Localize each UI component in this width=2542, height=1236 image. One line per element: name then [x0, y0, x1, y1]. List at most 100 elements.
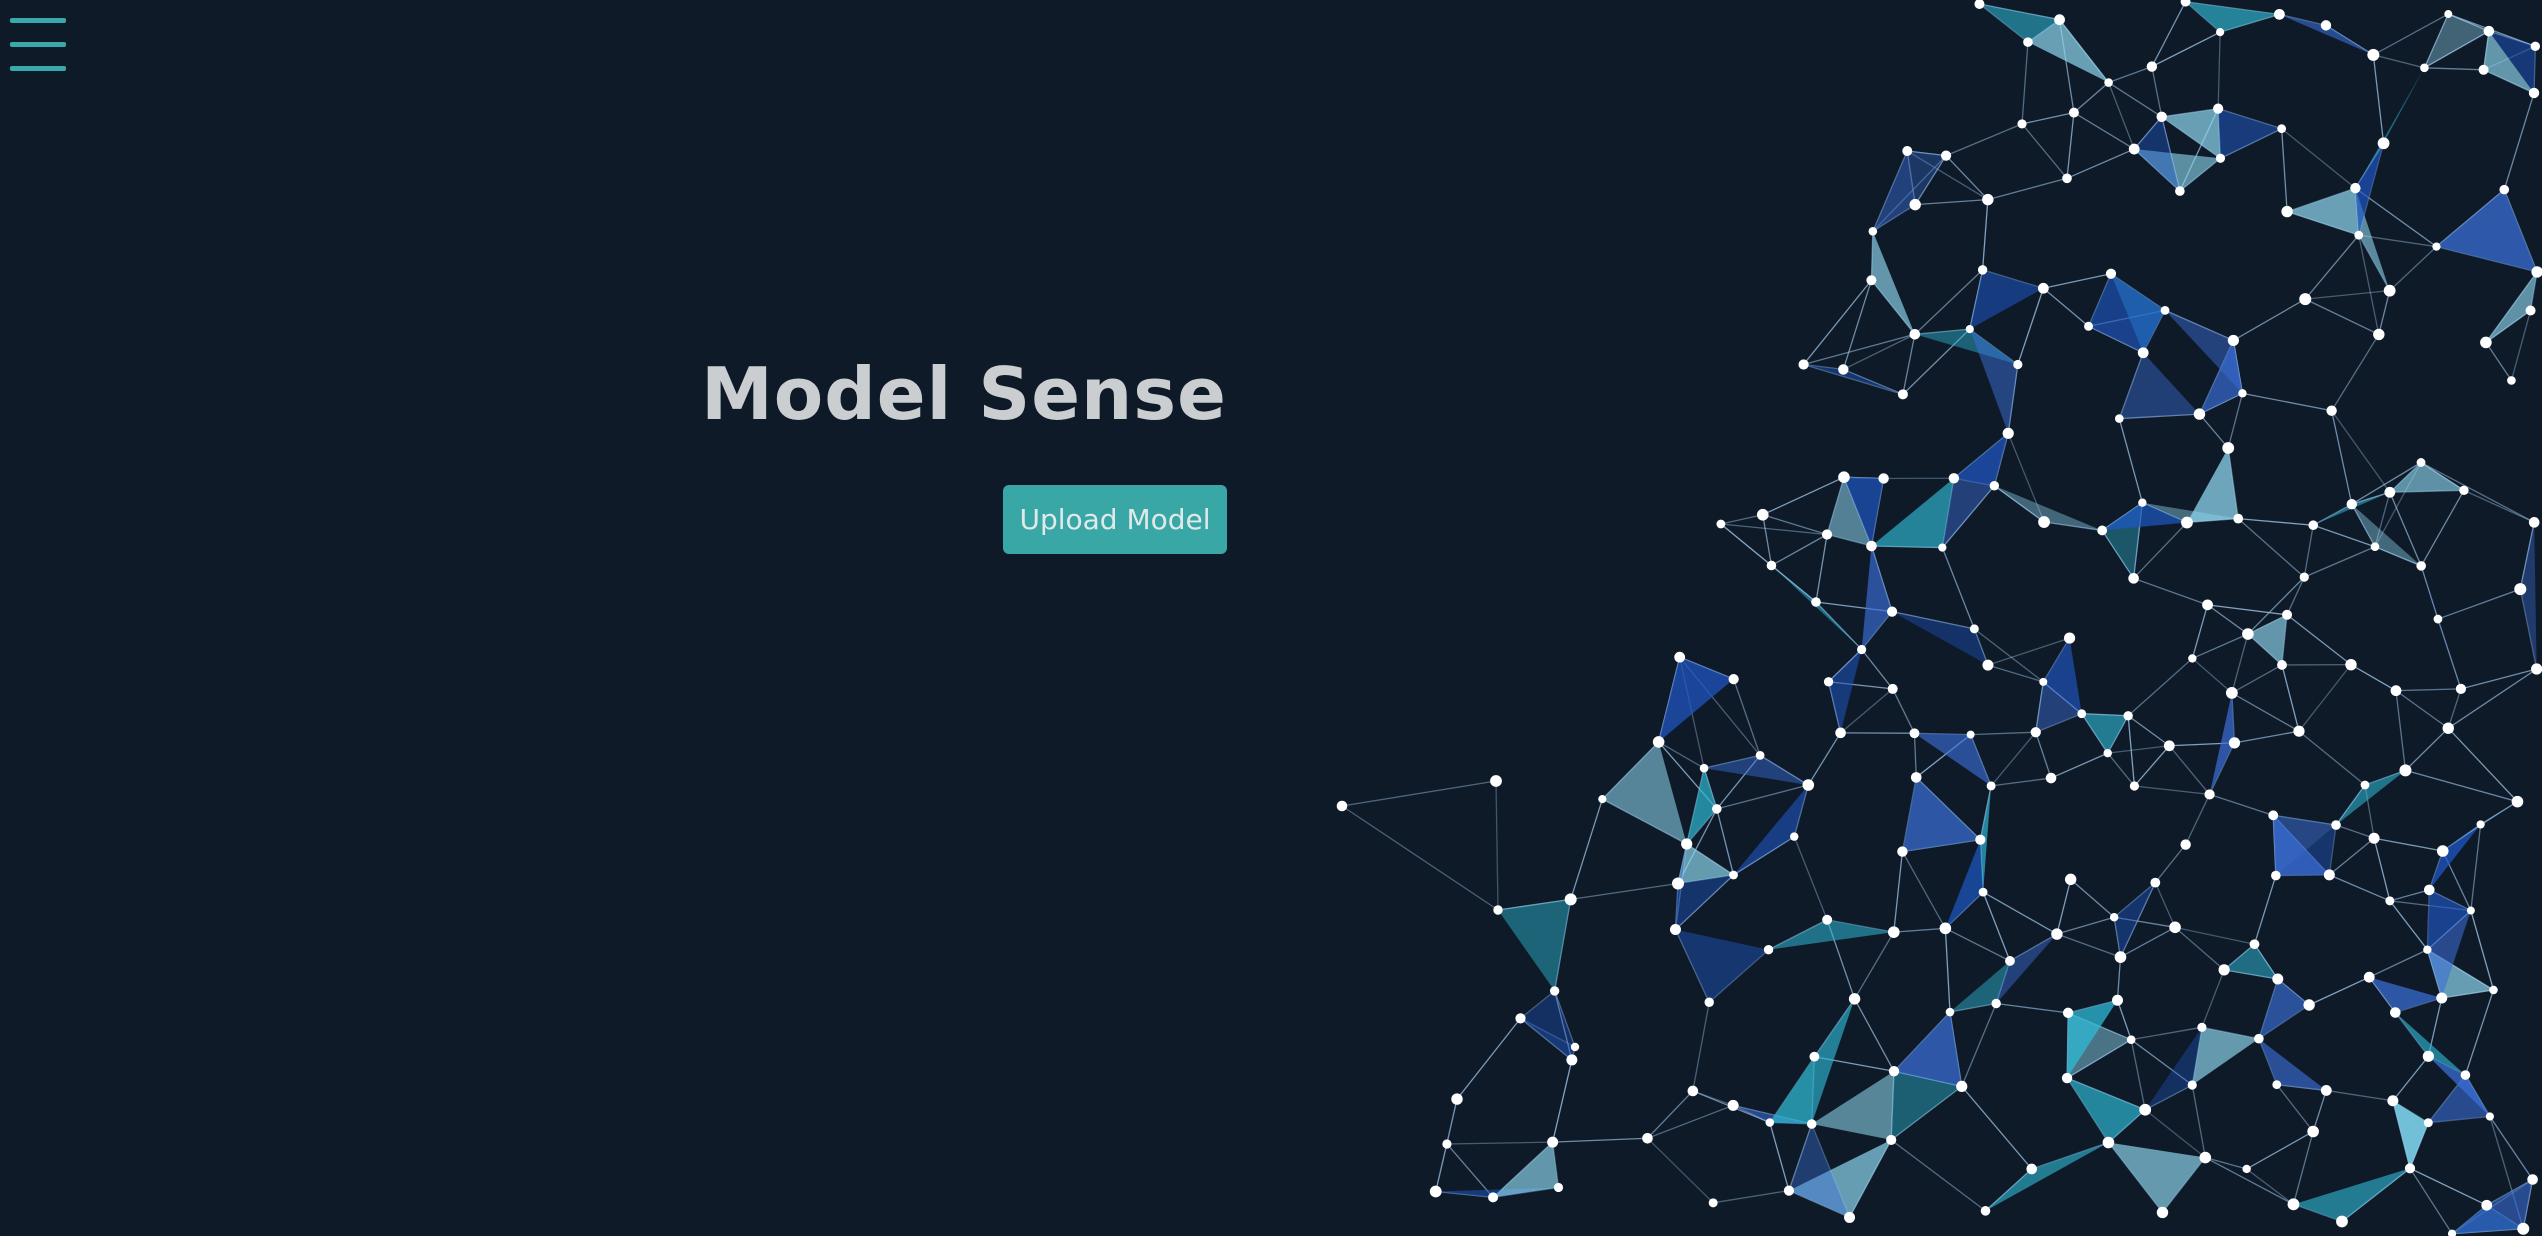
network-edge — [2304, 234, 2360, 300]
network-node — [2384, 486, 2396, 498]
network-node — [2373, 328, 2385, 341]
network-node — [2517, 1222, 2530, 1235]
network-node — [1977, 265, 1988, 275]
network-node — [2169, 921, 2181, 934]
network-edge — [2133, 522, 2188, 579]
network-node — [1547, 1136, 1559, 1148]
network-node — [2277, 660, 2287, 670]
network-facet — [1704, 755, 1809, 786]
network-node — [1886, 1134, 1897, 1146]
network-edge — [2368, 949, 2428, 978]
network-facet — [1872, 150, 1916, 232]
network-node — [2416, 458, 2426, 467]
network-node — [2063, 632, 2076, 644]
network-node — [2077, 709, 2087, 719]
network-edge — [2460, 668, 2537, 690]
network-node — [1822, 914, 1833, 925]
network-edge — [2021, 111, 2075, 125]
network-edge — [1495, 780, 1499, 911]
network-facet — [2081, 713, 2129, 754]
network-facet — [2258, 1038, 2327, 1091]
network-node — [2480, 336, 2492, 349]
network-node — [2320, 1085, 2332, 1096]
network-edge — [2204, 1156, 2294, 1205]
network-node — [2530, 41, 2541, 51]
network-node — [1969, 624, 1979, 634]
network-edge — [2198, 413, 2229, 449]
network-edge — [2331, 334, 2380, 412]
network-facet — [2287, 188, 2359, 236]
network-node — [1821, 529, 1833, 540]
network-node — [1681, 838, 1693, 850]
network-node — [2160, 305, 2170, 315]
network-node — [2026, 1163, 2038, 1175]
network-edge — [2133, 577, 2208, 606]
upload-model-button[interactable]: Upload Model — [1003, 485, 1227, 554]
network-edge — [2389, 246, 2437, 292]
network-edge — [1945, 123, 2023, 157]
network-node — [1974, 0, 1985, 10]
network-edge — [1854, 998, 1895, 1072]
network-node — [2416, 561, 2426, 571]
network-node — [2187, 1080, 2197, 1090]
network-node — [1669, 924, 1681, 936]
network-node — [2225, 687, 2238, 699]
network-edge — [2107, 752, 2135, 787]
network-node — [2163, 740, 2175, 752]
menu-bar — [10, 66, 66, 71]
network-edge — [2373, 837, 2443, 852]
network-edge — [2389, 900, 2428, 951]
network-node — [2293, 725, 2305, 737]
network-node — [2527, 1174, 2538, 1185]
network-node — [1909, 728, 1920, 739]
network-node — [2277, 124, 2287, 134]
network-edge — [1762, 514, 1773, 566]
network-node — [2511, 795, 2524, 808]
network-node — [2054, 14, 2065, 26]
page-title: Model Sense — [701, 352, 1227, 436]
network-edge — [2395, 690, 2449, 729]
network-node — [2002, 427, 2014, 439]
network-edge — [2151, 31, 2221, 68]
network-edge — [1552, 1137, 1648, 1143]
network-edge — [2304, 546, 2376, 578]
network-facet — [1768, 919, 1894, 950]
network-facet — [2186, 447, 2239, 523]
network-edge — [2192, 633, 2249, 660]
network-facet — [1771, 565, 1862, 650]
network-node — [2242, 1164, 2251, 1174]
network-facet — [2258, 979, 2310, 1039]
network-node — [1948, 473, 1960, 484]
network-edge — [2021, 42, 2029, 124]
network-edge — [2116, 1000, 2132, 1040]
network-node — [1704, 997, 1714, 1007]
network-edge — [2234, 730, 2300, 744]
network-node — [1493, 905, 1503, 915]
network-edge — [2292, 1131, 2314, 1205]
network-edge — [2108, 82, 2163, 118]
network-node — [2281, 205, 2293, 218]
network-edge — [1913, 733, 1917, 778]
network-node — [2483, 25, 2495, 37]
network-node — [2097, 525, 2108, 536]
network-node — [1940, 150, 1952, 161]
network-node — [1712, 804, 1722, 814]
network-node — [2204, 789, 2215, 800]
network-facet — [2355, 67, 2425, 189]
network-node — [2123, 711, 2133, 721]
network-node — [2528, 87, 2540, 99]
network-edge — [2154, 844, 2187, 884]
network-edge — [2151, 1, 2187, 67]
network-node — [2111, 994, 2123, 1006]
network-edge — [1996, 1002, 2069, 1014]
network-facet — [2520, 522, 2537, 670]
hamburger-menu-icon[interactable] — [10, 18, 66, 74]
network-node — [2436, 992, 2448, 1004]
network-edge — [2035, 732, 2052, 779]
network-edge — [1985, 1168, 2033, 1212]
network-edge — [2108, 65, 2153, 84]
network-node — [2422, 1050, 2434, 1062]
network-edge — [1341, 780, 1497, 807]
network-node — [1939, 922, 1952, 935]
network-node — [1956, 1080, 1968, 1093]
